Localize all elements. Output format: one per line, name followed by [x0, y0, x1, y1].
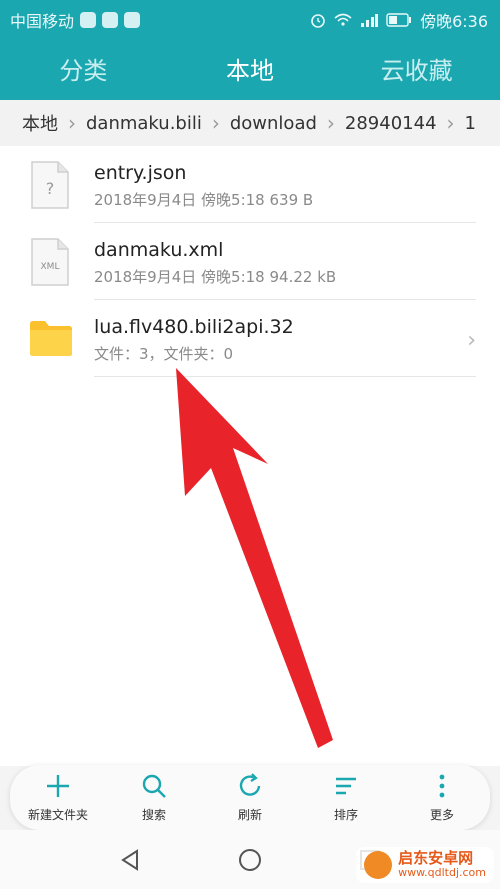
tab-bar: 分类 本地 云收藏	[0, 36, 500, 100]
search-icon	[142, 774, 166, 798]
tab-label: 本地	[226, 56, 274, 85]
plus-icon	[47, 775, 69, 797]
breadcrumb-item-1[interactable]: 1	[457, 113, 484, 134]
carrier-label: 中国移动	[10, 12, 75, 31]
tab-label: 分类	[59, 56, 108, 85]
chevron-right-icon: ›	[211, 111, 220, 135]
file-list: ? entry.json 2018年9月4日 傍晚5:18 639 B XML …	[0, 146, 500, 766]
chevron-right-icon: ›	[326, 111, 335, 135]
tab-category[interactable]: 分类	[0, 36, 167, 100]
more-button[interactable]: 更多	[394, 765, 490, 830]
file-unknown-icon: ?	[31, 161, 69, 209]
file-meta: 2018年9月4日 傍晚5:18 94.22 kB	[94, 268, 337, 286]
refresh-button[interactable]: 刷新	[202, 765, 298, 830]
refresh-icon	[239, 773, 261, 796]
folder-icon	[30, 321, 72, 356]
chevron-right-icon: ›	[446, 111, 455, 135]
chevron-right-icon: ›	[68, 111, 76, 135]
file-name: entry.json	[94, 162, 187, 184]
search-button[interactable]: 搜索	[106, 765, 202, 830]
breadcrumb-item-download[interactable]: download	[222, 113, 325, 134]
watermark-logo-icon	[364, 851, 393, 879]
refresh-label: 刷新	[237, 808, 262, 822]
file-icon-glyph: XML	[41, 262, 60, 272]
sort-icon	[336, 777, 356, 795]
more-label: 更多	[429, 808, 454, 822]
list-item[interactable]: XML danmaku.xml 2018年9月4日 傍晚5:18 94.22 k…	[0, 223, 500, 300]
watermark-url: www.qdltdj.com	[398, 866, 486, 879]
more-icon	[439, 774, 445, 798]
new-folder-label: 新建文件夹	[27, 808, 88, 822]
divider	[94, 376, 476, 377]
back-icon	[121, 848, 138, 871]
folder-name: lua.flv480.bili2api.32	[94, 316, 294, 338]
sort-label: 排序	[333, 808, 358, 822]
list-item[interactable]: lua.flv480.bili2api.32 文件：3，文件夹：0 ›	[0, 300, 500, 377]
watermark-title: 启东安卓网	[398, 849, 474, 867]
file-xml-icon: XML	[31, 238, 69, 286]
new-folder-button[interactable]: 新建文件夹	[10, 765, 106, 830]
breadcrumb-item-28940144[interactable]: 28940144	[337, 113, 445, 134]
file-icon-glyph: ?	[46, 179, 55, 198]
search-label: 搜索	[141, 808, 166, 822]
signal-icon	[361, 14, 379, 27]
message-icon	[102, 12, 119, 28]
list-item[interactable]: ? entry.json 2018年9月4日 傍晚5:18 639 B	[0, 146, 500, 223]
chevron-right-icon: ›	[467, 328, 476, 353]
file-name: danmaku.xml	[94, 239, 224, 261]
file-meta: 2018年9月4日 傍晚5:18 639 B	[94, 191, 314, 209]
app-icon	[124, 12, 141, 28]
notification-icon	[80, 12, 97, 28]
tab-local[interactable]: 本地	[167, 36, 334, 100]
home-icon	[239, 848, 261, 871]
battery-icon	[386, 13, 412, 27]
sort-button[interactable]: 排序	[298, 765, 394, 830]
tab-label: 云收藏	[380, 56, 453, 85]
status-bar: 中国移动 傍晚6:36	[0, 0, 500, 36]
tab-cloud-favorites[interactable]: 云收藏	[333, 36, 500, 100]
watermark: 启东安卓网 www.qdltdj.com	[356, 847, 494, 883]
wifi-icon	[334, 13, 352, 26]
breadcrumb-item-danmaku[interactable]: danmaku.bili	[78, 113, 210, 134]
clock-label: 傍晚6:36	[420, 12, 488, 31]
bottom-toolbar: 新建文件夹 搜索 刷新 排序 更多	[10, 765, 490, 830]
folder-meta: 文件：3，文件夹：0	[94, 345, 234, 363]
breadcrumb-item-local[interactable]: 本地	[0, 110, 66, 136]
home-button[interactable]	[236, 846, 264, 874]
back-button[interactable]	[116, 846, 144, 874]
breadcrumb: 本地 › danmaku.bili › download › 28940144 …	[0, 100, 500, 147]
alarm-icon	[311, 14, 325, 28]
